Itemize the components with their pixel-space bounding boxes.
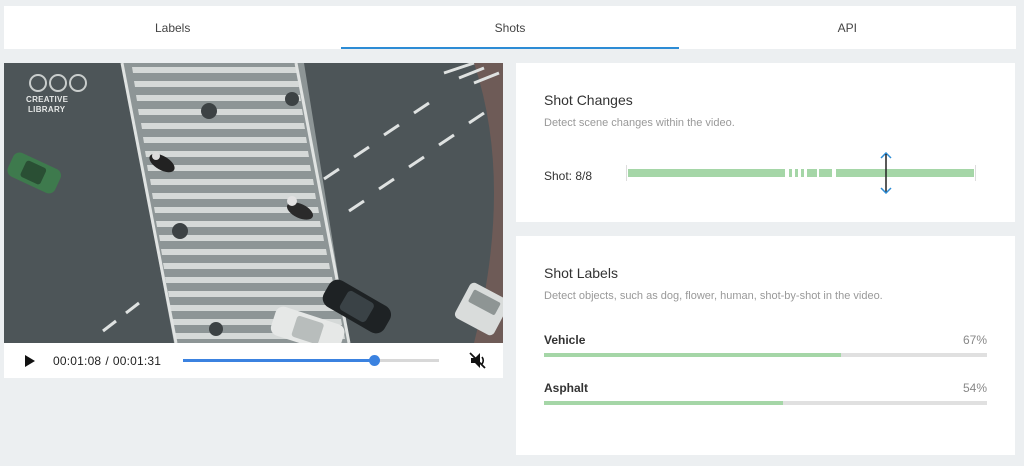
seek-bar[interactable] xyxy=(183,355,439,366)
current-time: 00:01:08 xyxy=(53,353,102,368)
shot-segment[interactable] xyxy=(794,169,799,177)
tab-shots[interactable]: Shots xyxy=(341,6,679,49)
label-name: Vehicle xyxy=(544,333,586,347)
time-display: 00:01:08/00:01:31 xyxy=(53,354,161,368)
shot-segment[interactable] xyxy=(807,169,817,177)
shot-labels-card: Shot Labels Detect objects, such as dog,… xyxy=(516,236,1015,455)
shot-timeline-start-tick xyxy=(626,165,627,181)
label-confidence-fill xyxy=(544,353,841,357)
tab-labels[interactable]: Labels xyxy=(4,6,341,49)
shot-changes-subtitle: Detect scene changes within the video. xyxy=(544,117,735,129)
shot-segment[interactable] xyxy=(835,169,974,177)
tab-shots-label: Shots xyxy=(494,20,526,35)
shot-timeline[interactable] xyxy=(626,151,976,195)
shot-timeline-end-tick xyxy=(975,165,976,181)
time-separator: / xyxy=(105,353,109,368)
shot-changes-title: Shot Changes xyxy=(544,92,633,108)
watermark-line-2: LIBRARY xyxy=(28,105,66,114)
playhead-arrows-icon xyxy=(880,151,892,195)
shot-labels-title: Shot Labels xyxy=(544,265,618,281)
tab-api-label: API xyxy=(837,20,857,35)
label-percent: 54% xyxy=(962,381,987,395)
shot-segment[interactable] xyxy=(628,169,786,177)
shot-segment[interactable] xyxy=(801,169,805,177)
shot-segment[interactable] xyxy=(819,169,833,177)
video-controls: 00:01:08/00:01:31 xyxy=(4,343,503,378)
label-confidence-bar xyxy=(544,353,987,357)
duration-time: 00:01:31 xyxy=(112,353,162,368)
tab-bar: Labels Shots API xyxy=(4,6,1016,49)
shot-playhead[interactable] xyxy=(878,151,894,195)
play-icon xyxy=(25,354,35,367)
label-confidence-bar xyxy=(544,401,987,405)
watermark-line-1: CREATIVE xyxy=(26,95,69,104)
play-button[interactable] xyxy=(24,354,36,368)
tab-labels-label: Labels xyxy=(154,20,191,35)
video-player: CREATIVE LIBRARY 00:01:08/00:01:31 xyxy=(4,63,503,378)
video-watermark: CREATIVE LIBRARY xyxy=(26,95,68,115)
shot-count: Shot: 8/8 xyxy=(544,169,593,183)
video-scene-image xyxy=(4,63,503,343)
seek-bar-progress xyxy=(183,359,375,362)
label-confidence-fill xyxy=(544,401,784,405)
tab-api[interactable]: API xyxy=(679,6,1016,49)
muted-speaker-icon xyxy=(469,352,486,369)
seek-bar-thumb[interactable] xyxy=(369,355,381,366)
mute-button[interactable] xyxy=(469,352,487,369)
label-percent: 67% xyxy=(962,333,987,347)
shot-segment[interactable] xyxy=(788,169,793,177)
shot-labels-subtitle: Detect objects, such as dog, flower, hum… xyxy=(544,290,883,302)
label-name: Asphalt xyxy=(544,381,589,395)
shot-changes-card: Shot Changes Detect scene changes within… xyxy=(516,63,1015,222)
video-frame[interactable]: CREATIVE LIBRARY xyxy=(4,63,503,343)
